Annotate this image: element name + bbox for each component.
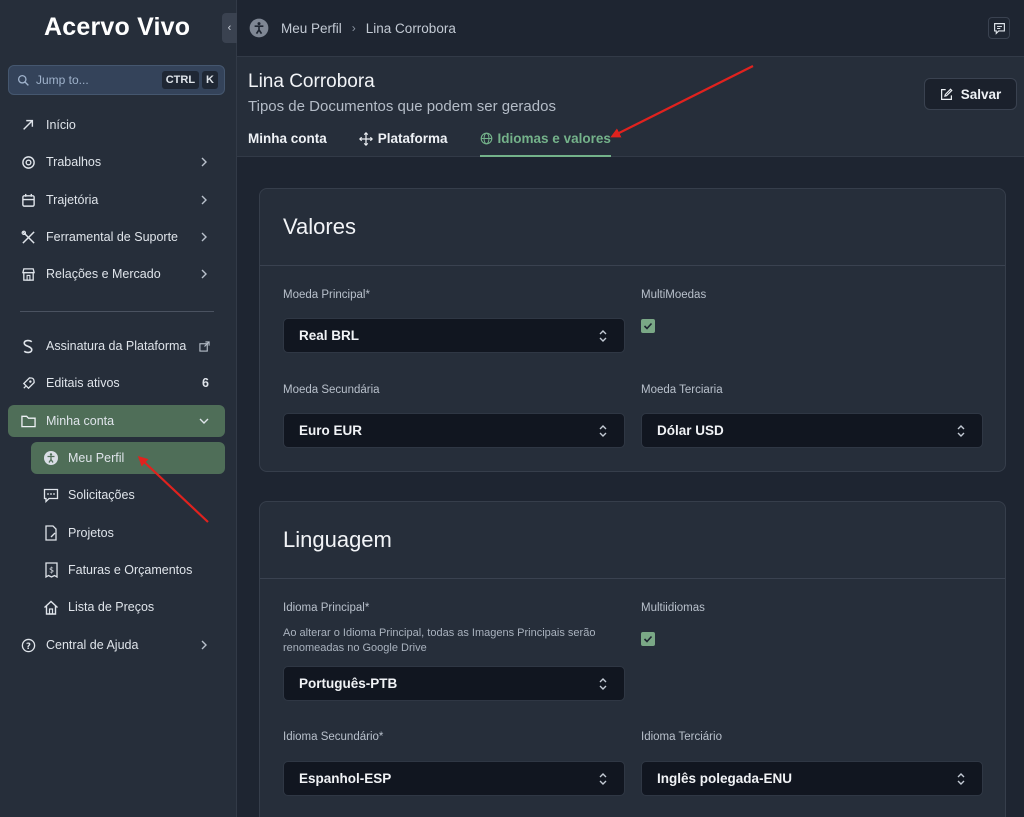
select-arrows-icon — [599, 425, 607, 437]
chevron-left-icon: ‹ — [227, 22, 232, 34]
idioma-terciario-label: Idioma Terciário — [641, 731, 722, 743]
collapse-sidebar-button[interactable]: ‹ — [222, 13, 237, 43]
sidebar-subitem-faturas[interactable]: $ Faturas e Orçamentos — [31, 554, 225, 586]
chevron-right-icon — [199, 640, 213, 650]
chevron-right-icon — [199, 157, 213, 167]
card-divider — [260, 578, 1005, 579]
breadcrumb-current: Lina Corrobora — [365, 20, 456, 36]
save-button[interactable]: Salvar — [924, 78, 1017, 110]
valores-card: Valores Moeda Principal* Real BRL MultiM… — [259, 188, 1006, 472]
globe-icon — [480, 132, 492, 145]
editais-count-badge: 6 — [202, 376, 209, 390]
select-arrows-icon — [957, 425, 965, 437]
chevron-right-icon — [199, 232, 213, 242]
page-header: Lina Corrobora Tipos de Documentos que p… — [237, 57, 1024, 157]
sidebar-item-editais[interactable]: Editais ativos 6 — [8, 367, 225, 399]
feedback-button[interactable] — [988, 17, 1010, 39]
sidebar-item-relacoes[interactable]: Relações e Mercado — [8, 258, 225, 290]
message-icon — [43, 487, 59, 503]
sidebar-subitem-projetos[interactable]: Projetos — [31, 517, 225, 549]
tab-minha-conta[interactable]: Minha conta — [248, 131, 327, 157]
breadcrumb: Meu Perfil › Lina Corrobora — [249, 18, 456, 38]
help-circle-icon: ? — [20, 637, 36, 653]
shortcut-k: K — [202, 71, 218, 89]
edit-icon — [940, 87, 953, 100]
search-placeholder: Jump to... — [36, 73, 89, 87]
breadcrumb-meu-perfil[interactable]: Meu Perfil — [281, 21, 342, 36]
sidebar: Acervo Vivo ‹ Jump to... CTRL K Início T… — [0, 0, 237, 817]
moeda-principal-label: Moeda Principal* — [283, 289, 370, 301]
sidebar-item-inicio[interactable]: Início — [8, 109, 225, 141]
chevron-right-icon: › — [351, 21, 356, 35]
multiidiomas-checkbox[interactable] — [641, 632, 655, 646]
idioma-principal-select[interactable]: Português-PTB — [283, 666, 625, 701]
sidebar-item-trabalhos[interactable]: Trabalhos — [8, 146, 225, 178]
linguagem-title: Linguagem — [283, 527, 392, 552]
idioma-principal-help: Ao alterar o Idioma Principal, todas as … — [283, 627, 596, 654]
sidebar-item-ferramental[interactable]: Ferramental de Suporte — [8, 221, 225, 253]
target-icon — [20, 154, 36, 170]
page-title: Lina Corrobora — [248, 71, 375, 92]
tools-icon — [20, 229, 36, 245]
idioma-secundario-label: Idioma Secundário* — [283, 731, 384, 743]
chevron-down-icon — [199, 416, 213, 426]
home-icon — [43, 599, 59, 615]
idioma-secundario-select[interactable]: Espanhol-ESP — [283, 761, 625, 796]
svg-text:$: $ — [48, 566, 53, 575]
app-brand: Acervo Vivo — [44, 13, 191, 41]
document-pen-icon — [43, 525, 59, 541]
svg-text:?: ? — [26, 640, 31, 650]
select-arrows-icon — [599, 678, 607, 690]
linguagem-card: Linguagem Idioma Principal* Ao alterar o… — [259, 501, 1006, 817]
sidebar-item-minha-conta[interactable]: Minha conta — [8, 405, 225, 437]
sidebar-item-central-ajuda[interactable]: ? Central de Ajuda — [8, 629, 225, 661]
move-icon — [358, 132, 373, 146]
page-subtitle: Tipos de Documentos que podem ser gerado… — [248, 98, 556, 115]
calendar-icon — [20, 192, 36, 208]
card-divider — [260, 265, 1005, 266]
top-bar: Meu Perfil › Lina Corrobora — [237, 0, 1024, 57]
chevron-right-icon — [199, 195, 213, 205]
external-link-icon — [199, 340, 213, 352]
multimoedas-label: MultiMoedas — [641, 289, 707, 301]
sidebar-subitem-lista-precos[interactable]: Lista de Preços — [31, 591, 225, 623]
multimoedas-checkbox[interactable] — [641, 319, 655, 333]
tab-idiomas-valores[interactable]: Idiomas e valores — [479, 131, 611, 157]
sidebar-item-trajetoria[interactable]: Trajetória — [8, 184, 225, 216]
rocket-icon — [20, 375, 36, 391]
check-icon — [643, 635, 653, 643]
sidebar-item-assinatura[interactable]: Assinatura da Plataforma — [8, 330, 225, 362]
moeda-principal-select[interactable]: Real BRL — [283, 318, 625, 353]
folder-icon — [20, 413, 36, 429]
moeda-terciaria-select[interactable]: Dólar USD — [641, 413, 983, 448]
accessibility-icon — [249, 18, 269, 38]
tab-plataforma[interactable]: Plataforma — [358, 131, 448, 157]
s-logo-icon — [20, 338, 36, 354]
idioma-principal-label: Idioma Principal* — [283, 602, 370, 614]
shortcut-ctrl: CTRL — [161, 71, 200, 89]
select-arrows-icon — [957, 773, 965, 785]
sidebar-divider — [20, 311, 214, 312]
jump-search-input[interactable]: Jump to... CTRL K — [8, 65, 225, 95]
moeda-secundaria-label: Moeda Secundária — [283, 384, 380, 396]
valores-title: Valores — [283, 214, 356, 239]
sidebar-subitem-solicitacoes[interactable]: Solicitações — [31, 479, 225, 511]
select-arrows-icon — [599, 773, 607, 785]
tab-bar: Minha conta Plataforma Idiomas e valores — [248, 131, 643, 157]
accessibility-icon — [43, 450, 59, 466]
moeda-secundaria-select[interactable]: Euro EUR — [283, 413, 625, 448]
invoice-dollar-icon: $ — [43, 562, 59, 578]
select-arrows-icon — [599, 330, 607, 342]
chat-icon — [993, 22, 1005, 35]
idioma-terciario-select[interactable]: Inglês polegada-ENU — [641, 761, 983, 796]
store-icon — [20, 266, 36, 282]
multiidiomas-label: Multiidiomas — [641, 602, 705, 614]
sidebar-subitem-meu-perfil[interactable]: Meu Perfil — [31, 442, 225, 474]
search-icon — [17, 74, 29, 86]
arrow-up-right-icon — [20, 117, 36, 133]
moeda-terciaria-label: Moeda Terciaria — [641, 384, 723, 396]
chevron-right-icon — [199, 269, 213, 279]
check-icon — [643, 322, 653, 330]
